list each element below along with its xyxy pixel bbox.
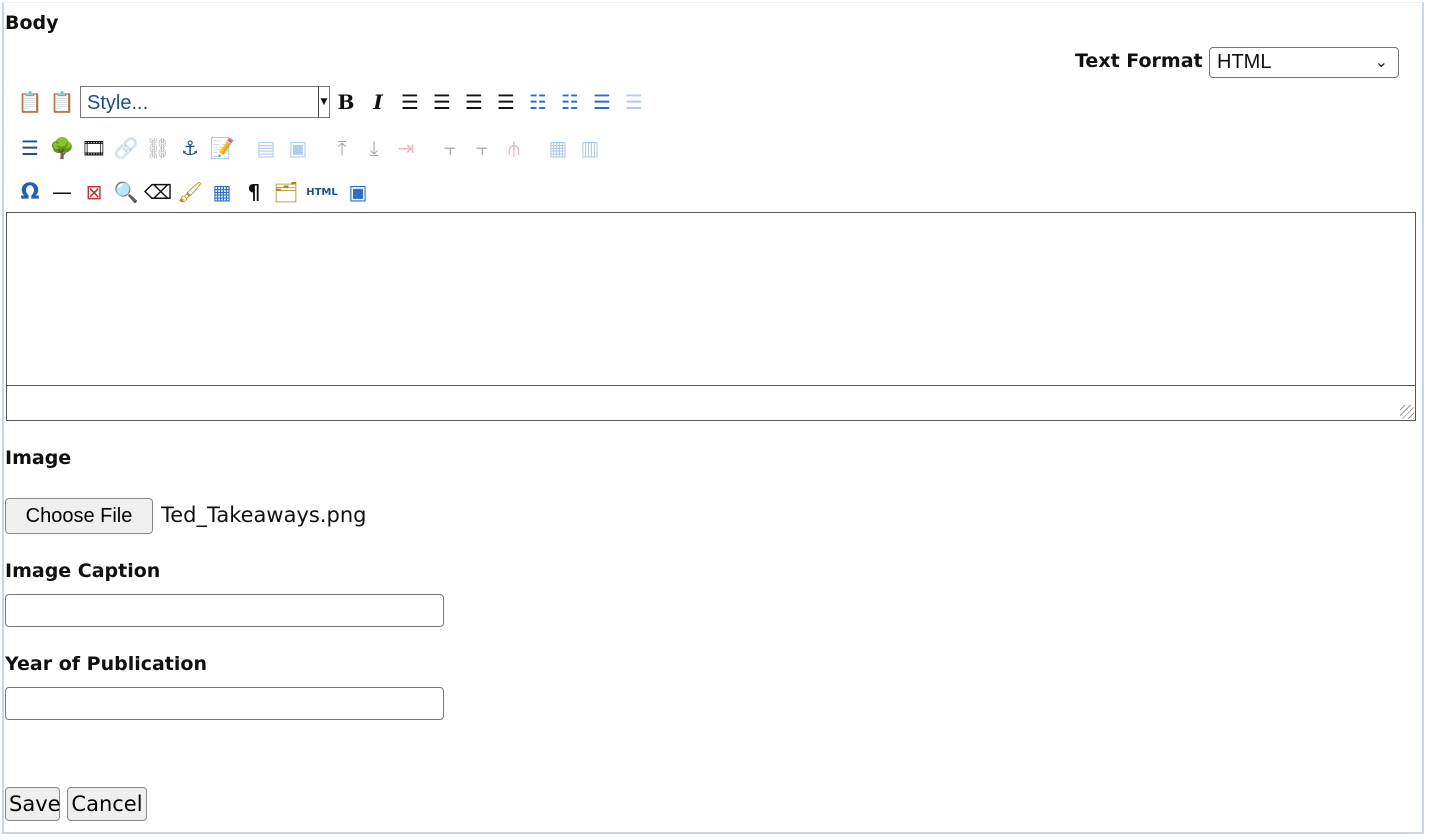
unlink-icon[interactable]: ⛓	[142, 133, 174, 163]
align-right-icon[interactable]: ☰	[458, 87, 490, 117]
save-button[interactable]: Save	[5, 787, 61, 821]
chevron-down-icon: ⌄	[1374, 54, 1388, 71]
table-row-props-icon[interactable]: ▤	[250, 133, 282, 163]
editor-status-bar	[6, 385, 1416, 421]
delete-row-icon[interactable]: ⇥	[390, 133, 422, 163]
horizontal-rule-icon[interactable]: —	[46, 177, 78, 207]
image-label: Image	[5, 447, 72, 469]
text-format-value: HTML	[1217, 51, 1272, 73]
insert-table-edit-icon[interactable]: 📝	[206, 133, 238, 163]
italic-icon[interactable]: I	[362, 87, 394, 117]
body-label: Body	[5, 12, 59, 34]
html-source-icon[interactable]: HTML	[302, 177, 342, 207]
year-of-publication-label: Year of Publication	[5, 653, 207, 675]
style-dropdown-arrow-icon[interactable]: ▼	[318, 86, 330, 118]
clean-up-icon[interactable]: 🖌	[174, 177, 206, 207]
insert-image-icon[interactable]: 🌳	[46, 133, 78, 163]
toolbar-row-3: Ω — ⊠ 🔍 ⌫ 🖌 ▦ ¶ 🗂 HTML ▣	[14, 177, 374, 207]
anchor-icon[interactable]: ⚓	[174, 133, 206, 163]
style-dropdown-value: Style...	[87, 92, 149, 114]
image-caption-input[interactable]	[5, 594, 444, 627]
indent-right-icon[interactable]: ☰	[14, 133, 46, 163]
insert-row-before-icon[interactable]: ⤒	[326, 133, 358, 163]
body-editor[interactable]	[6, 212, 1416, 386]
fullscreen-icon[interactable]: ▣	[342, 177, 374, 207]
toolbar-row-1: 📋 📋 Style... ▼ B I ☰ ☰ ☰ ☰ ☷ ☷ ☰ ☰	[14, 86, 650, 118]
insert-col-after-icon[interactable]: ⫟	[466, 133, 498, 163]
resize-grip-icon[interactable]	[1400, 405, 1414, 419]
delete-col-icon[interactable]: ⫛	[498, 133, 530, 163]
text-format-select[interactable]: HTML ⌄	[1209, 47, 1399, 78]
template-icon[interactable]: 🗂	[270, 177, 302, 207]
bold-icon[interactable]: B	[330, 87, 362, 117]
toolbar-row-2: ☰ 🌳 🎞 🔗 ⛓ ⚓ 📝 ▤ ▣ ⤒ ⤓ ⇥ ⫟ ⫟ ⫛ ▦ ▥	[14, 133, 606, 163]
choose-file-button[interactable]: Choose File	[5, 498, 153, 534]
cancel-button[interactable]: Cancel	[67, 787, 147, 821]
find-replace-icon[interactable]: 🔍	[110, 177, 142, 207]
align-justify-icon[interactable]: ☰	[490, 87, 522, 117]
insert-col-before-icon[interactable]: ⫟	[434, 133, 466, 163]
bulleted-list-icon[interactable]: ☷	[522, 87, 554, 117]
paste-from-word-icon[interactable]: 📋	[46, 87, 78, 117]
table-cell-props-icon[interactable]: ▣	[282, 133, 314, 163]
no-break-icon[interactable]: ⊠	[78, 177, 110, 207]
insert-row-after-icon[interactable]: ⤓	[358, 133, 390, 163]
indent-icon[interactable]: ☰	[618, 87, 650, 117]
merge-cells-icon[interactable]: ▦	[542, 133, 574, 163]
paragraph-marks-icon[interactable]: ¶	[238, 177, 270, 207]
paste-as-text-icon[interactable]: 📋	[14, 87, 46, 117]
table-icon[interactable]: ▦	[206, 177, 238, 207]
special-char-icon[interactable]: Ω	[14, 177, 46, 207]
align-left-icon[interactable]: ☰	[394, 87, 426, 117]
outdent-icon[interactable]: ☰	[586, 87, 618, 117]
numbered-list-icon[interactable]: ☷	[554, 87, 586, 117]
selected-file-name: Ted_Takeaways.png	[161, 503, 367, 527]
split-cells-icon[interactable]: ▥	[574, 133, 606, 163]
insert-media-icon[interactable]: 🎞	[78, 133, 110, 163]
eraser-icon[interactable]: ⌫	[142, 177, 174, 207]
image-caption-label: Image Caption	[5, 560, 161, 582]
insert-link-icon[interactable]: 🔗	[110, 133, 142, 163]
align-center-icon[interactable]: ☰	[426, 87, 458, 117]
year-of-publication-input[interactable]	[5, 687, 444, 720]
text-format-label: Text Format	[1075, 50, 1203, 72]
style-dropdown[interactable]: Style...	[80, 86, 318, 118]
